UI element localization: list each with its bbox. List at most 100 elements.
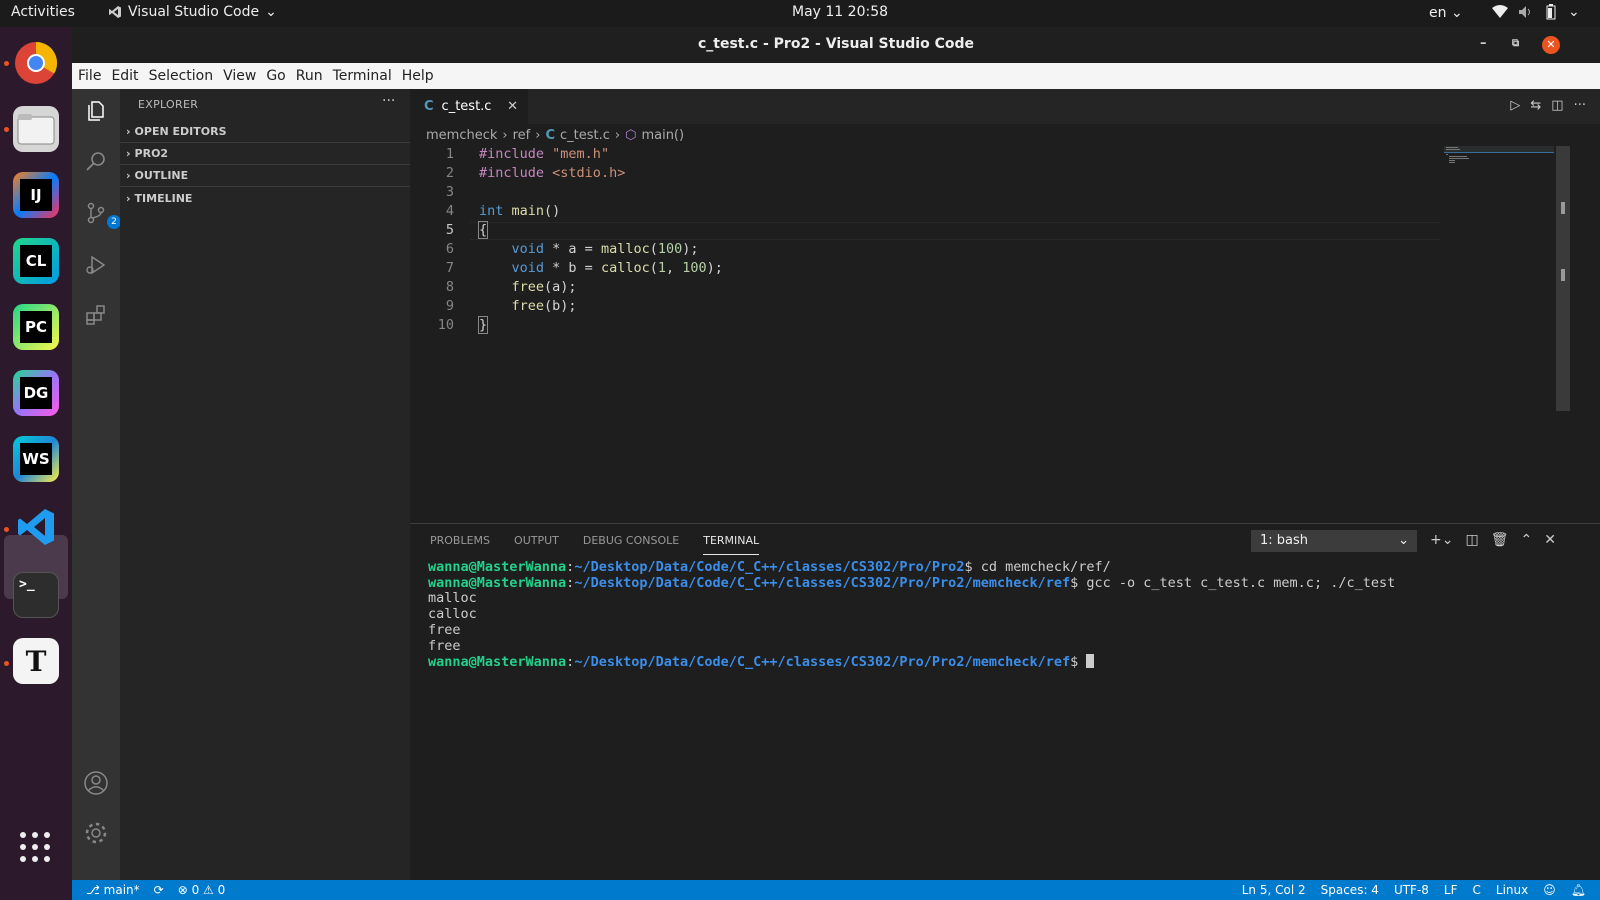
code-line: free(a); [511, 279, 577, 295]
menu-terminal[interactable]: Terminal [333, 68, 392, 84]
battery-icon [1544, 4, 1558, 20]
breadcrumb-item[interactable]: c_test.c [560, 128, 610, 143]
encoding[interactable]: UTF-8 [1394, 883, 1429, 897]
run-icon[interactable]: ▷ [1510, 98, 1520, 113]
source-control-icon[interactable]: 2 [82, 199, 121, 229]
section-open-editors[interactable]: › OPEN EDITORS [120, 121, 410, 143]
minimap[interactable] [1444, 146, 1554, 166]
dock: IJ CL PC DG WS >_ T [0, 27, 72, 900]
datagrip-icon[interactable]: DG [13, 370, 59, 416]
terminal-line: wanna@MasterWanna:~/Desktop/Data/Code/C_… [428, 574, 1396, 591]
clion-icon[interactable]: CL [13, 238, 59, 284]
tab-terminal[interactable]: TERMINAL [703, 534, 760, 555]
editor-scrollbar[interactable] [1556, 146, 1570, 411]
accounts-icon[interactable] [82, 769, 110, 797]
more-actions-icon[interactable]: ··· [1574, 98, 1586, 113]
typora-icon[interactable]: T [13, 638, 59, 684]
files-icon[interactable] [13, 106, 59, 152]
gear-icon[interactable] [82, 819, 110, 847]
bell-icon[interactable]: 🔔︎ [1571, 883, 1586, 897]
language-indicator[interactable]: en ⌄ [1429, 5, 1463, 21]
menu-edit[interactable]: Edit [111, 68, 138, 84]
editor-actions: ▷ ⇆ ◫ ··· [1510, 98, 1586, 113]
c-file-icon: C [545, 127, 555, 143]
line-number: 4 [445, 203, 454, 219]
terminal-output[interactable]: wanna@MasterWanna:~/Desktop/Data/Code/C_… [428, 559, 1396, 671]
tab-c-test[interactable]: C c_test.c ✕ [410, 89, 528, 124]
section-timeline[interactable]: › TIMELINE [120, 187, 410, 209]
split-terminal-icon[interactable]: ◫ [1465, 532, 1478, 548]
show-apps-icon[interactable] [18, 830, 52, 864]
line-number: 3 [445, 184, 454, 200]
maximize-panel-icon[interactable]: ⌃ [1520, 532, 1532, 548]
title-bar[interactable]: c_test.c - Pro2 - Visual Studio Code – ⧉… [72, 27, 1600, 63]
breadcrumb-item[interactable]: main() [641, 128, 684, 143]
system-tray[interactable]: ⌄ [1492, 4, 1580, 20]
code-line: free(b); [511, 298, 577, 314]
pycharm-icon[interactable]: PC [13, 304, 59, 350]
terminal-cursor [1086, 654, 1095, 669]
section-pro2[interactable]: › PRO2 [120, 143, 410, 165]
section-outline[interactable]: › OUTLINE [120, 165, 410, 187]
maximize-icon[interactable]: ⧉ [1512, 38, 1519, 49]
menu-selection[interactable]: Selection [149, 68, 214, 84]
vscode-icon[interactable] [13, 504, 59, 550]
app-menu[interactable]: Visual Studio Code ⌄ [108, 4, 277, 20]
problems-indicator[interactable]: ⊗ 0 ⚠ 0 [178, 883, 226, 897]
close-tab-icon[interactable]: ✕ [507, 99, 518, 114]
line-number: 2 [445, 165, 454, 181]
app-name: Visual Studio Code [128, 4, 260, 20]
tab-output[interactable]: OUTPUT [514, 534, 559, 555]
power-menu-icon: ⌄ [1568, 4, 1580, 20]
search-icon[interactable] [82, 147, 110, 175]
run-debug-icon[interactable] [82, 251, 110, 279]
line-number: 1 [445, 146, 454, 162]
extensions-icon[interactable] [82, 301, 110, 329]
terminal-line: free [428, 637, 461, 654]
close-panel-icon[interactable]: ✕ [1544, 532, 1556, 548]
indentation[interactable]: Spaces: 4 [1321, 883, 1379, 897]
menu-file[interactable]: File [78, 68, 101, 84]
terminal-icon[interactable]: >_ [13, 572, 59, 618]
language-mode[interactable]: C [1473, 883, 1481, 897]
cursor-position[interactable]: Ln 5, Col 2 [1242, 883, 1306, 897]
chevron-right-icon: › [614, 127, 621, 143]
terminal-select[interactable]: 1: bash ⌄ [1251, 530, 1417, 552]
clock[interactable]: May 11 20:58 [792, 4, 888, 20]
trash-icon[interactable]: 🗑 [1491, 532, 1509, 548]
bottom-panel: PROBLEMS OUTPUT DEBUG CONSOLE TERMINAL 1… [410, 523, 1600, 880]
menu-view[interactable]: View [223, 68, 256, 84]
compare-icon[interactable]: ⇆ [1530, 98, 1541, 113]
webstorm-icon[interactable]: WS [13, 436, 59, 482]
tab-problems[interactable]: PROBLEMS [430, 534, 490, 555]
scm-badge: 2 [107, 215, 121, 229]
tab-debug-console[interactable]: DEBUG CONSOLE [583, 534, 679, 555]
close-window-icon[interactable]: ✕ [1542, 36, 1560, 54]
branch-indicator[interactable]: ⎇ main* [86, 883, 140, 897]
running-indicator [4, 661, 9, 666]
split-editor-icon[interactable]: ◫ [1551, 98, 1563, 113]
breadcrumb-item[interactable]: memcheck [426, 128, 497, 143]
code-line: void * b = calloc(1, 100); [511, 260, 723, 276]
panel-tabs: PROBLEMS OUTPUT DEBUG CONSOLE TERMINAL [430, 534, 760, 555]
end-of-line[interactable]: LF [1444, 883, 1458, 897]
sync-icon[interactable]: ⟳ [154, 883, 164, 897]
top-bar: Activities Visual Studio Code ⌄ May 11 2… [0, 0, 1600, 27]
platform[interactable]: Linux [1496, 883, 1528, 897]
intellij-icon[interactable]: IJ [13, 172, 59, 218]
minimize-icon[interactable]: – [1480, 36, 1487, 51]
terminal-line: calloc [428, 606, 477, 623]
new-terminal-icon[interactable]: +⌄ [1430, 532, 1453, 548]
breadcrumb: memcheck › ref › C c_test.c › ⬡ main() [410, 124, 1600, 146]
activities-button[interactable]: Activities [11, 4, 75, 20]
menu-go[interactable]: Go [266, 68, 285, 84]
menu-help[interactable]: Help [402, 68, 434, 84]
menu-run[interactable]: Run [296, 68, 323, 84]
status-bar: ⎇ main* ⟳ ⊗ 0 ⚠ 0 Ln 5, Col 2 Spaces: 4 … [72, 880, 1600, 900]
chrome-icon[interactable] [13, 40, 59, 86]
explorer-icon[interactable] [82, 97, 110, 125]
more-actions-icon[interactable]: ··· [382, 93, 395, 109]
feedback-icon[interactable]: ☺ [1543, 883, 1556, 897]
breadcrumb-item[interactable]: ref [513, 128, 531, 143]
